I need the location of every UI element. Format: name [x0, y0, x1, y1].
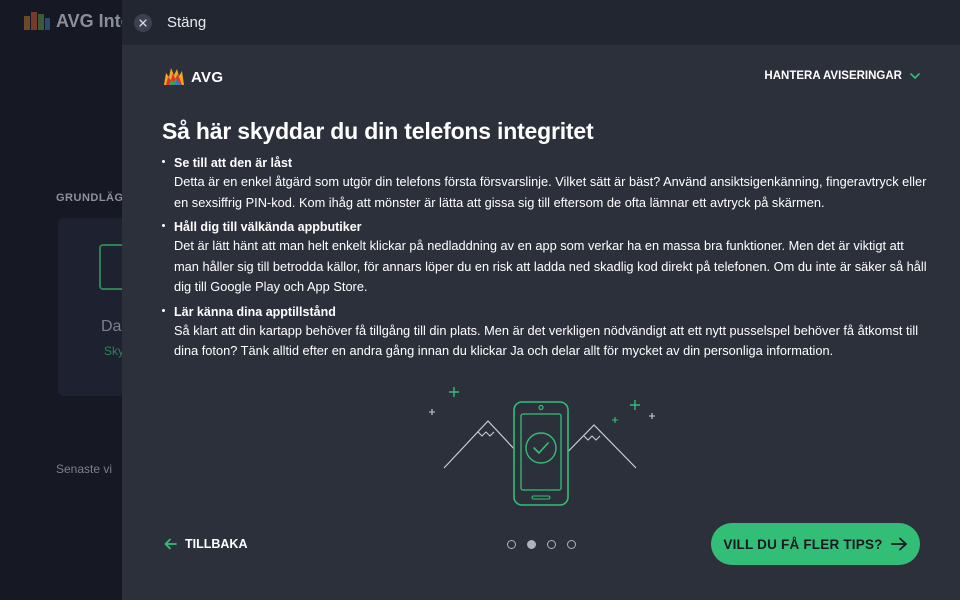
tip-heading: Lär känna dina apptillstånd — [174, 304, 336, 319]
avg-brand-text: AVG — [191, 68, 224, 86]
arrow-right-icon — [890, 537, 907, 551]
bullet-icon — [162, 160, 165, 163]
bullet-icon — [162, 224, 165, 227]
bullet-icon — [162, 308, 165, 312]
pagination-dot-4[interactable] — [567, 540, 576, 549]
background-section-heading: GRUNDLÄG — [56, 192, 124, 204]
avg-logo-icon — [24, 12, 50, 30]
back-button[interactable]: TILLBAKA — [164, 537, 248, 551]
list-item: Håll dig till välkända appbutiker Det är… — [162, 219, 932, 298]
privacy-tips-panel: AVG HANTERA AVISERINGAR Så här skyddar d… — [122, 45, 960, 600]
close-button[interactable] — [134, 13, 152, 32]
close-label[interactable]: Stäng — [167, 14, 206, 31]
manage-notifications-dropdown[interactable]: HANTERA AVISERINGAR — [764, 70, 920, 82]
background-card-title: Da — [101, 318, 122, 335]
tips-list: Se till att den är låst Detta är en enke… — [162, 155, 932, 368]
tip-body: Detta är en enkel åtgärd som utgör din t… — [174, 174, 927, 210]
arrow-left-icon — [164, 538, 177, 550]
pagination-dot-2[interactable] — [527, 540, 536, 549]
back-label: TILLBAKA — [185, 537, 248, 551]
pagination-dots — [507, 540, 576, 549]
page-title: Så här skyddar du din telefons integrite… — [162, 118, 594, 144]
avg-logo-icon — [164, 68, 184, 85]
tip-body: Så klart att din kartapp behöver få till… — [174, 322, 919, 359]
background-recent-label: Senaste vi — [56, 462, 113, 476]
more-tips-button[interactable]: VILL DU FÅ FLER TIPS? — [711, 523, 920, 565]
list-item: Se till att den är låst Detta är en enke… — [162, 155, 932, 213]
close-icon — [139, 18, 147, 27]
more-tips-label: VILL DU FÅ FLER TIPS? — [723, 536, 883, 552]
tip-heading: Håll dig till välkända appbutiker — [174, 220, 362, 234]
chevron-down-icon — [910, 73, 920, 79]
tip-heading: Se till att den är låst — [174, 156, 293, 170]
pagination-dot-1[interactable] — [507, 540, 516, 549]
pagination-dot-3[interactable] — [547, 540, 556, 549]
background-app-title: AVG Inte — [56, 10, 131, 31]
background-card-subtitle: Sky — [104, 344, 125, 358]
list-item: Lär känna dina apptillstånd Så klart att… — [162, 304, 932, 362]
manage-notifications-label: HANTERA AVISERINGAR — [764, 70, 902, 82]
avg-brand: AVG — [162, 65, 223, 89]
phone-check-illustration — [429, 387, 655, 506]
background-app-logo: AVG Inte — [24, 10, 131, 32]
tip-body: Det är lätt hänt att man helt enkelt kli… — [174, 238, 927, 294]
panel-topbar: Stäng — [122, 0, 960, 45]
